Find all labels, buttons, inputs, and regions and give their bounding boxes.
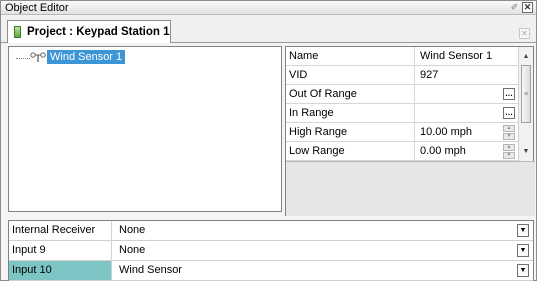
- property-value[interactable]: 927: [420, 69, 438, 81]
- ellipsis-button[interactable]: …: [503, 107, 515, 119]
- tree-item-wind-sensor[interactable]: Wind Sensor 1: [47, 50, 126, 64]
- column-divider: [414, 142, 415, 161]
- tree-connector: [16, 58, 30, 59]
- io-row-input-10[interactable]: Input 10 Wind Sensor ▼: [9, 261, 533, 281]
- spin-down-icon[interactable]: ▼: [503, 152, 515, 159]
- object-editor-window: Object Editor ✐ ✕ Project : Keypad Stati…: [0, 0, 537, 281]
- sensor-tree-icon: [30, 52, 46, 62]
- pin-icon[interactable]: ✐: [509, 2, 520, 13]
- column-divider: [414, 123, 415, 142]
- property-row-out-of-range[interactable]: Out Of Range …: [286, 85, 519, 104]
- scroll-down-icon[interactable]: ▼: [519, 144, 533, 159]
- property-name: In Range: [289, 107, 334, 119]
- property-name: VID: [289, 69, 308, 81]
- io-value[interactable]: Wind Sensor: [119, 261, 182, 280]
- object-tree[interactable]: Wind Sensor 1: [8, 46, 282, 212]
- io-row-internal-receiver[interactable]: Internal Receiver None ▼: [9, 221, 533, 241]
- scroll-thumb[interactable]: ≡: [521, 65, 531, 123]
- keypad-icon: [14, 26, 21, 38]
- property-name: Out Of Range: [289, 88, 357, 100]
- dropdown-arrow-icon[interactable]: ▼: [517, 244, 529, 257]
- io-label: Internal Receiver: [9, 221, 112, 240]
- property-row-high-range[interactable]: High Range 10.00 mph ▲ ▼: [286, 123, 519, 142]
- input-assignment-table: Internal Receiver None ▼ Input 9 None ▼ …: [8, 220, 534, 281]
- property-grid: Name Wind Sensor 1 VID 927 Out Of Range …: [285, 46, 535, 216]
- property-name: High Range: [289, 126, 348, 138]
- io-value[interactable]: None: [119, 241, 145, 260]
- spin-control[interactable]: ▲ ▼: [503, 144, 515, 159]
- ellipsis-button[interactable]: …: [503, 88, 515, 100]
- window-title: Object Editor: [5, 2, 69, 14]
- io-row-input-9[interactable]: Input 9 None ▼: [9, 241, 533, 261]
- property-value[interactable]: 0.00 mph: [420, 145, 466, 157]
- scroll-up-icon[interactable]: ▲: [519, 49, 533, 64]
- property-row-vid[interactable]: VID 927: [286, 66, 519, 85]
- close-icon[interactable]: ✕: [522, 2, 533, 13]
- property-name: Name: [289, 50, 319, 62]
- property-scrollbar[interactable]: ▲ ≡ ▼: [518, 47, 533, 161]
- property-value[interactable]: Wind Sensor 1: [420, 50, 492, 62]
- spin-control[interactable]: ▲ ▼: [503, 125, 515, 140]
- spin-up-icon[interactable]: ▲: [503, 144, 515, 151]
- spin-up-icon[interactable]: ▲: [503, 125, 515, 132]
- dropdown-arrow-icon[interactable]: ▼: [517, 224, 529, 237]
- dropdown-arrow-icon[interactable]: ▼: [517, 264, 529, 277]
- property-description-panel: [286, 161, 535, 216]
- column-divider: [414, 47, 415, 66]
- tab-label: Project : Keypad Station 1: [27, 26, 170, 38]
- io-label: Input 9: [9, 241, 112, 260]
- property-row-name[interactable]: Name Wind Sensor 1: [286, 47, 519, 66]
- io-value[interactable]: None: [119, 221, 145, 240]
- io-label: Input 10: [9, 261, 112, 280]
- property-value[interactable]: 10.00 mph: [420, 126, 472, 138]
- spin-down-icon[interactable]: ▼: [503, 133, 515, 140]
- title-bar: Object Editor ✐ ✕: [1, 1, 536, 15]
- property-row-low-range[interactable]: Low Range 0.00 mph ▲ ▼: [286, 142, 519, 161]
- tab-project-keypad-station[interactable]: Project : Keypad Station 1: [7, 20, 171, 43]
- tab-close-icon[interactable]: ✕: [519, 28, 530, 39]
- column-divider: [414, 104, 415, 123]
- title-bar-buttons: ✐ ✕: [509, 2, 533, 13]
- column-divider: [414, 66, 415, 85]
- property-name: Low Range: [289, 145, 345, 157]
- tab-strip: Project : Keypad Station 1 ✕: [1, 16, 536, 43]
- property-row-in-range[interactable]: In Range …: [286, 104, 519, 123]
- column-divider: [414, 85, 415, 104]
